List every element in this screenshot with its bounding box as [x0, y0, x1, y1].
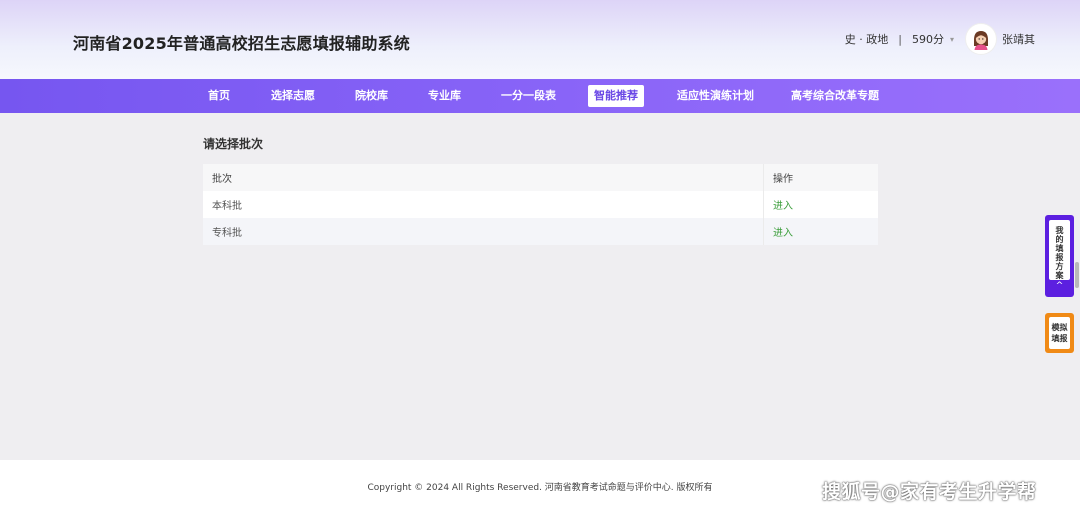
username[interactable]: 张靖其	[1002, 31, 1035, 47]
my-plan-label: 我的填报方案	[1049, 220, 1070, 280]
user-info[interactable]: 史 · 政地 | 590分 ▾ 张靖其	[845, 22, 1035, 56]
main-navbar: 首页 选择志愿 院校库 专业库 一分一段表 智能推荐 适应性演练计划 高考综合改…	[0, 79, 1080, 113]
table-header-row: 批次 操作	[203, 164, 878, 191]
nav-item-reform-topic[interactable]: 高考综合改革专题	[791, 85, 879, 107]
nav-item-home[interactable]: 首页	[208, 85, 230, 107]
nav-item-choose-volunteer[interactable]: 选择志愿	[271, 85, 315, 107]
batch-table: 批次 操作 本科批 进入 专科批 进入	[203, 164, 878, 245]
chevron-down-icon[interactable]: ▾	[950, 35, 954, 44]
batch-name: 本科批	[203, 191, 764, 218]
nav-item-adaptive-drill[interactable]: 适应性演练计划	[677, 85, 754, 107]
batch-name: 专科批	[203, 218, 764, 245]
header: 河南省2025年普通高校招生志愿填报辅助系统 史 · 政地 | 590分 ▾ 张…	[0, 0, 1080, 79]
avatar-girl-icon	[974, 31, 988, 50]
header-batch: 批次	[203, 164, 764, 191]
nav-item-smart-recommend[interactable]: 智能推荐	[588, 85, 644, 107]
header-action: 操作	[773, 174, 793, 185]
subject-combination: 史 · 政地	[844, 33, 889, 46]
enter-link[interactable]: 进入	[773, 224, 793, 239]
watermark-text: 搜狐号@家有考生升学帮	[822, 481, 1037, 503]
simulate-fill-side-button[interactable]: 模拟填报	[1045, 313, 1074, 353]
simulate-fill-label: 模拟填报	[1049, 317, 1070, 349]
page-title: 请选择批次	[203, 137, 264, 151]
separator: |	[898, 32, 902, 46]
my-plan-side-button[interactable]: 我的填报方案 ^	[1045, 215, 1074, 297]
site-title: 河南省2025年普通高校招生志愿填报辅助系统	[73, 34, 410, 53]
nav-item-major-library[interactable]: 专业库	[428, 85, 461, 107]
chevron-up-icon[interactable]: ^	[1045, 281, 1074, 291]
avatar[interactable]	[966, 24, 996, 54]
score-display[interactable]: 590分	[912, 31, 944, 47]
enter-link[interactable]: 进入	[773, 197, 793, 212]
scrollbar[interactable]	[1075, 262, 1079, 288]
table-row: 本科批 进入	[203, 191, 878, 218]
nav-item-score-rank-table[interactable]: 一分一段表	[501, 85, 556, 107]
nav-item-college-library[interactable]: 院校库	[355, 85, 388, 107]
table-row: 专科批 进入	[203, 218, 878, 245]
